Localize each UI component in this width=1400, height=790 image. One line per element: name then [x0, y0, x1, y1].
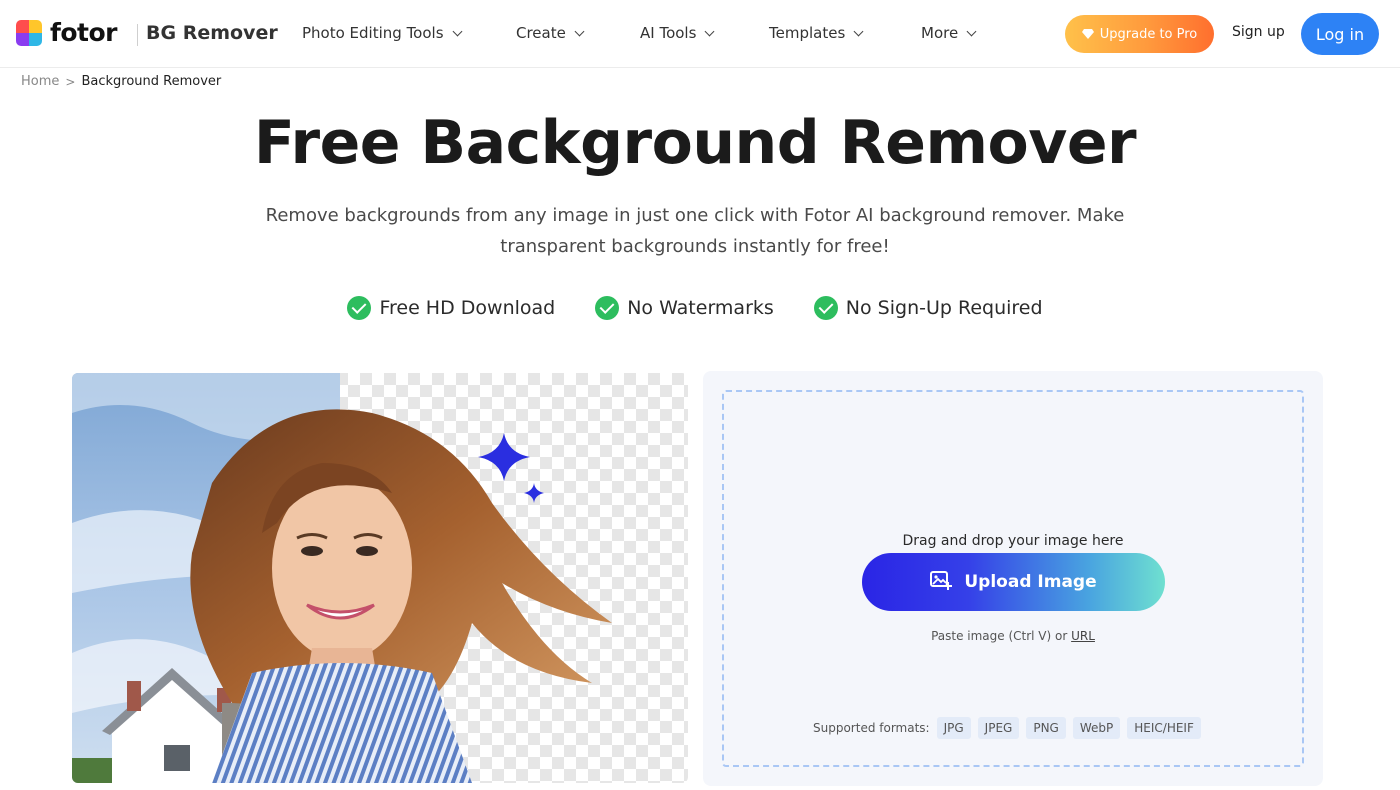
upload-image-button[interactable]: Upload Image	[862, 553, 1165, 611]
logo-text: fotor	[50, 18, 118, 47]
breadcrumb-separator: >	[65, 74, 76, 89]
nav-templates[interactable]: Templates	[769, 24, 864, 42]
nav-label: Create	[516, 24, 566, 42]
nav-ai-tools[interactable]: AI Tools	[640, 24, 715, 42]
upgrade-to-pro-button[interactable]: Upgrade to Pro	[1065, 15, 1214, 53]
fotor-logo-icon	[16, 20, 42, 46]
chevron-down-icon	[853, 26, 864, 36]
top-navigation-bar: fotor BG Remover Photo Editing Tools Cre…	[0, 0, 1400, 68]
image-drop-zone[interactable]: Drag and drop your image here Upload Ima…	[722, 390, 1304, 767]
format-badge: JPG	[936, 717, 971, 739]
upgrade-label: Upgrade to Pro	[1099, 26, 1198, 42]
format-badge: WebP	[1072, 717, 1121, 739]
nav-more[interactable]: More	[921, 24, 977, 42]
breadcrumb-current: Background Remover	[81, 74, 222, 89]
feature-label: No Watermarks	[627, 297, 774, 319]
format-badge: HEIC/HEIF	[1127, 717, 1201, 739]
upload-button-label: Upload Image	[964, 572, 1097, 592]
breadcrumb-home-link[interactable]: Home	[21, 74, 59, 89]
supported-formats: Supported formats: JPG JPEG PNG WebP HEI…	[813, 717, 1201, 739]
feature-label: No Sign-Up Required	[845, 297, 1043, 319]
nav-photo-editing-tools[interactable]: Photo Editing Tools	[302, 24, 462, 42]
chevron-down-icon	[704, 26, 715, 36]
check-circle-icon	[813, 296, 838, 320]
check-circle-icon	[347, 296, 372, 320]
logo-divider	[137, 24, 138, 46]
formats-label: Supported formats:	[813, 721, 930, 735]
chevron-down-icon	[452, 26, 462, 36]
chevron-down-icon	[966, 26, 977, 36]
paste-text: Paste image (Ctrl V) or	[931, 629, 1068, 643]
drop-instructions: Drag and drop your image here	[902, 533, 1124, 549]
breadcrumb: Home > Background Remover	[21, 74, 221, 89]
feature-item: Free HD Download	[347, 296, 555, 320]
feature-item: No Sign-Up Required	[813, 296, 1043, 320]
product-name[interactable]: BG Remover	[146, 22, 278, 44]
nav-label: Templates	[769, 24, 846, 42]
upload-panel: Drag and drop your image here Upload Ima…	[703, 371, 1323, 786]
log-in-button[interactable]: Log in	[1301, 13, 1379, 55]
sign-up-link[interactable]: Sign up	[1232, 24, 1285, 40]
chevron-down-icon	[574, 26, 585, 36]
url-link[interactable]: URL	[1071, 629, 1095, 643]
image-add-icon	[930, 570, 953, 595]
background-removal-preview-image	[72, 373, 688, 783]
nav-label: Photo Editing Tools	[302, 24, 444, 42]
page-subtitle: Remove backgrounds from any image in jus…	[265, 205, 1125, 257]
nav-create[interactable]: Create	[516, 24, 585, 42]
check-circle-icon	[595, 296, 620, 320]
diamond-icon	[1081, 29, 1094, 39]
feature-label: Free HD Download	[379, 297, 556, 319]
format-badge: JPEG	[977, 717, 1020, 739]
fotor-logo[interactable]: fotor	[16, 18, 118, 47]
nav-label: AI Tools	[640, 24, 697, 42]
feature-list: Free HD Download No Watermarks No Sign-U…	[0, 296, 1390, 320]
format-badge: PNG	[1026, 717, 1066, 739]
nav-label: More	[921, 24, 959, 42]
paste-hint: Paste image (Ctrl V) or URL	[724, 629, 1302, 643]
feature-item: No Watermarks	[595, 296, 774, 320]
page-title: Free Background Remover	[253, 108, 1137, 178]
